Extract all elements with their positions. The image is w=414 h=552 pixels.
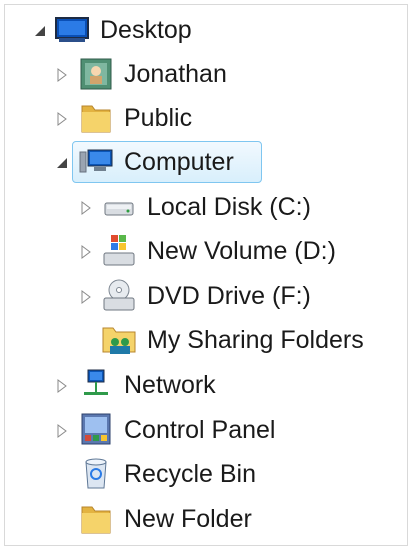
tree-item-new-volume-d[interactable]: New Volume (D:) bbox=[101, 231, 336, 271]
collapsed-arrow-icon[interactable] bbox=[55, 379, 69, 393]
tree-item-public[interactable]: Public bbox=[78, 98, 192, 138]
collapsed-arrow-icon[interactable] bbox=[79, 290, 93, 304]
collapsed-arrow-icon[interactable] bbox=[79, 201, 93, 215]
tree-item-new-folder[interactable]: New Folder bbox=[78, 499, 252, 539]
folder-icon bbox=[81, 105, 111, 133]
tree-item-computer[interactable]: Computer bbox=[78, 142, 234, 182]
tree-item-dvd-drive-f[interactable]: DVD Drive (F:) bbox=[101, 276, 311, 316]
control-panel-icon bbox=[81, 413, 111, 445]
tree-item-control-panel[interactable]: Control Panel bbox=[78, 410, 275, 450]
desktop-icon bbox=[55, 17, 89, 42]
sharing-folder-icon bbox=[102, 327, 136, 354]
tree-item-network[interactable]: Network bbox=[78, 365, 216, 405]
tree-item-label: Public bbox=[124, 103, 193, 132]
tree-item-my-sharing-folders[interactable]: My Sharing Folders bbox=[101, 320, 364, 360]
tree-item-label: Computer bbox=[124, 147, 234, 176]
user-folder-icon bbox=[80, 58, 112, 90]
hard-drive-icon bbox=[104, 202, 134, 216]
folder-icon bbox=[81, 506, 111, 534]
collapsed-arrow-icon[interactable] bbox=[55, 112, 69, 126]
tree-item-label: Control Panel bbox=[124, 415, 276, 444]
tree-item-desktop[interactable]: Desktop bbox=[54, 10, 192, 50]
collapsed-arrow-icon[interactable] bbox=[79, 245, 93, 259]
tree-item-label: My Sharing Folders bbox=[147, 325, 364, 354]
tree-item-label: Jonathan bbox=[124, 59, 227, 88]
tree-item-label: Local Disk (C:) bbox=[147, 192, 311, 221]
tree-item-recycle-bin[interactable]: Recycle Bin bbox=[78, 454, 256, 494]
tree-item-label: Recycle Bin bbox=[124, 459, 256, 488]
network-icon bbox=[84, 369, 108, 395]
tree-item-label: Network bbox=[124, 370, 216, 399]
computer-icon bbox=[79, 149, 113, 173]
expanded-arrow-icon[interactable] bbox=[33, 24, 47, 38]
dvd-drive-icon bbox=[103, 279, 135, 311]
expanded-arrow-icon[interactable] bbox=[55, 156, 69, 170]
tree-item-label: New Folder bbox=[124, 504, 252, 533]
tree-item-label: New Volume (D:) bbox=[147, 236, 336, 265]
recycle-bin-icon bbox=[85, 458, 107, 489]
tree-item-local-disk-c[interactable]: Local Disk (C:) bbox=[101, 187, 311, 227]
tree-item-label: DVD Drive (F:) bbox=[147, 281, 311, 310]
tree-item-label: Desktop bbox=[100, 15, 192, 44]
tree-item-jonathan[interactable]: Jonathan bbox=[78, 54, 227, 94]
windows-drive-icon bbox=[103, 235, 135, 266]
collapsed-arrow-icon[interactable] bbox=[55, 68, 69, 82]
collapsed-arrow-icon[interactable] bbox=[55, 424, 69, 438]
